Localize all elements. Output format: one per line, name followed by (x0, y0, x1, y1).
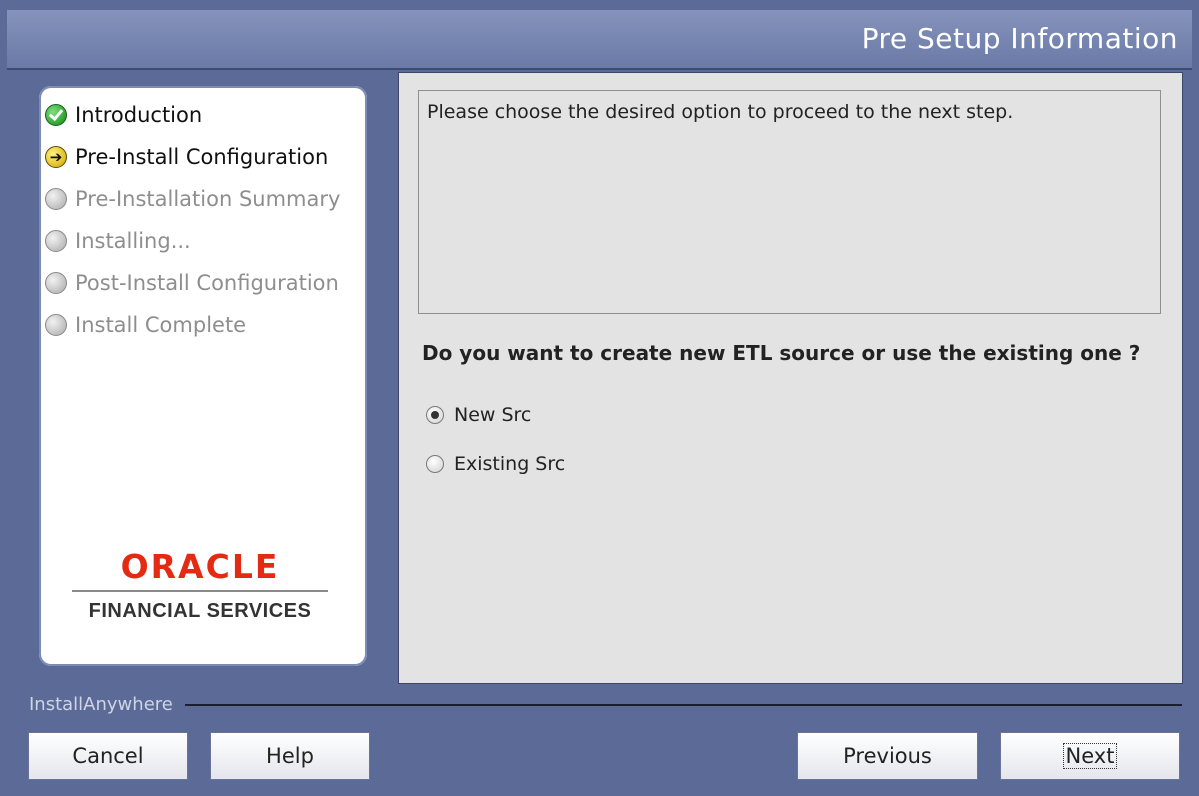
installanywhere-label: InstallAnywhere (29, 694, 173, 715)
info-text: Please choose the desired option to proc… (427, 101, 1014, 123)
next-button-label[interactable]: Next (1062, 743, 1118, 769)
footer-divider (184, 703, 1182, 706)
step-label: Pre-Install Configuration (75, 145, 329, 169)
step-pre-install-configuration: Pre-Install Configuration (45, 136, 340, 178)
brand-row: InstallAnywhere (29, 694, 1182, 715)
cancel-button[interactable]: Cancel (28, 732, 188, 780)
page-title: Pre Setup Information (861, 22, 1178, 55)
left-frame: Introduction Pre-Install Configuration P… (7, 72, 393, 680)
content-panel: Please choose the desired option to proc… (398, 72, 1183, 684)
step-list: Introduction Pre-Install Configuration P… (45, 94, 340, 346)
step-label: Pre-Installation Summary (75, 187, 341, 211)
pending-circle-icon (45, 314, 67, 336)
pending-circle-icon (45, 188, 67, 210)
option-label[interactable]: New Src (454, 404, 531, 426)
logo-subtitle: FINANCIAL SERVICES (88, 600, 312, 622)
oracle-logo: ORACLE FINANCIAL SERVICES (72, 548, 328, 623)
pending-circle-icon (45, 272, 67, 294)
steps-panel: Introduction Pre-Install Configuration P… (39, 86, 367, 666)
installer-window: Pre Setup Information Introduction Pre-I… (0, 0, 1199, 796)
radio-unselected-icon[interactable] (426, 455, 444, 473)
option-existing-src[interactable]: Existing Src (426, 453, 565, 475)
step-label: Post-Install Configuration (75, 271, 339, 295)
pending-circle-icon (45, 230, 67, 252)
logo-brand: ORACLE (120, 547, 280, 586)
step-introduction: Introduction (45, 94, 340, 136)
step-label: Introduction (75, 103, 203, 127)
step-pre-installation-summary: Pre-Installation Summary (45, 178, 340, 220)
option-label[interactable]: Existing Src (454, 453, 565, 475)
step-install-complete: Install Complete (45, 304, 340, 346)
logo-divider (72, 590, 328, 592)
question-label: Do you want to create new ETL source or … (422, 341, 1141, 365)
check-icon (45, 104, 67, 126)
arrow-icon (45, 146, 67, 168)
next-button[interactable]: Next (1000, 732, 1180, 780)
step-installing: Installing... (45, 220, 340, 262)
step-post-install-configuration: Post-Install Configuration (45, 262, 340, 304)
option-new-src[interactable]: New Src (426, 404, 531, 426)
step-label: Install Complete (75, 313, 247, 337)
help-button[interactable]: Help (210, 732, 370, 780)
step-label: Installing... (75, 229, 191, 253)
footer-bar: InstallAnywhere Cancel Help Previous Nex… (7, 686, 1192, 796)
radio-selected-icon[interactable] (426, 406, 444, 424)
info-box: Please choose the desired option to proc… (418, 90, 1161, 314)
previous-button[interactable]: Previous (797, 732, 978, 780)
header-bar: Pre Setup Information (7, 10, 1192, 70)
